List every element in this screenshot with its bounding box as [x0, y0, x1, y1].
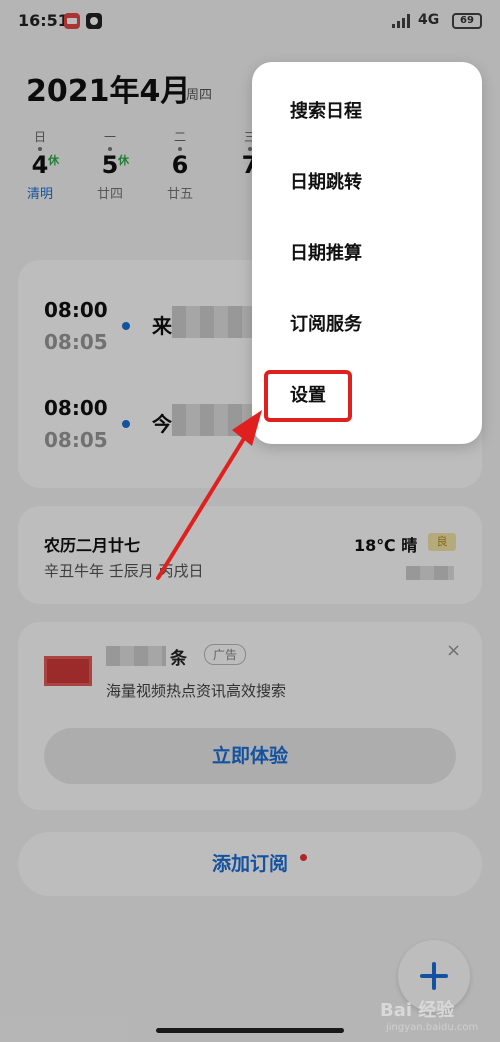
watermark-logo: Bai 经验	[380, 1000, 455, 1021]
annotation-arrow	[156, 410, 262, 580]
watermark-url: jingyan.baidu.com	[386, 1022, 479, 1033]
